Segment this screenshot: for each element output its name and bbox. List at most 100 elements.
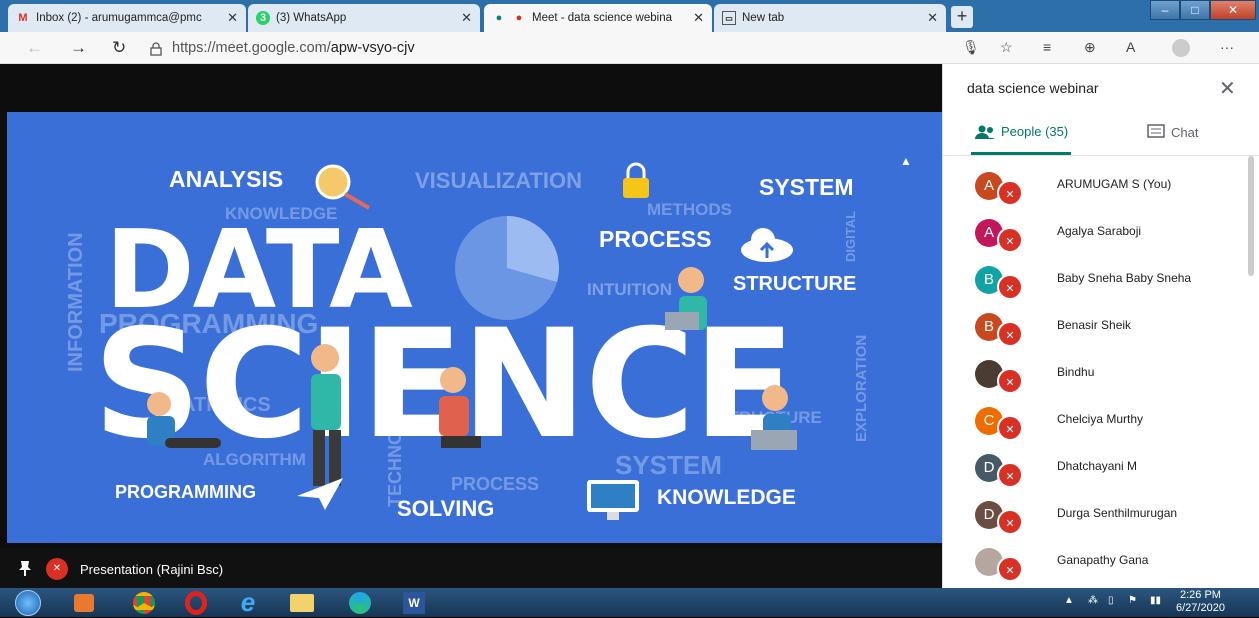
address-bar: ← → ↻ https://meet.google.com/apw-vsyo-c… xyxy=(0,32,1259,64)
back-icon[interactable]: ← xyxy=(26,38,43,58)
window-controls: – □ ✕ xyxy=(1150,0,1256,22)
presentation-stage: KNOWLEDGE METHODS INFORMATION PROGRAMMIN… xyxy=(0,64,942,588)
browser-tab-bar: M Inbox (2) - arumugammca@pmc ✕ 3 (3) Wh… xyxy=(0,0,1259,32)
person-illustration xyxy=(751,385,797,450)
participant-row[interactable]: ✕ Ganapathy Gana xyxy=(943,536,1248,583)
profile-icon[interactable] xyxy=(1172,39,1190,57)
close-panel-button[interactable]: ✕ xyxy=(1219,76,1236,101)
url-path: apw-vsyo-cjv xyxy=(330,40,415,56)
tab-meet[interactable]: ● ● Meet - data science webina ✕ xyxy=(484,4,712,32)
participant-row[interactable]: B ✕ Baby Sneha Baby Sneha xyxy=(943,254,1248,301)
muted-mic-icon: ✕ xyxy=(997,321,1023,347)
window-close-button[interactable]: ✕ xyxy=(1210,0,1256,20)
tab-gmail[interactable]: M Inbox (2) - arumugammca@pmc ✕ xyxy=(8,4,246,32)
whatsapp-icon: 3 xyxy=(256,11,270,25)
participant-row[interactable]: D ✕ Durga Senthilmurugan xyxy=(943,489,1248,536)
participant-name: Durga Senthilmurugan xyxy=(1057,506,1178,520)
refresh-icon[interactable]: ↻ xyxy=(112,38,126,58)
action-center-icon[interactable]: ⚑ xyxy=(1128,595,1137,606)
meeting-title: data science webinar xyxy=(967,80,1099,96)
muted-mic-icon: ✕ xyxy=(997,556,1023,582)
tab-whatsapp[interactable]: 3 (3) WhatsApp ✕ xyxy=(248,4,480,32)
participant-row[interactable]: B ✕ Benasir Sheik xyxy=(943,301,1248,348)
chat-icon xyxy=(1147,124,1165,138)
star-icon[interactable]: ☆ xyxy=(1000,39,1013,56)
url-field[interactable]: https://meet.google.com/apw-vsyo-cjv xyxy=(172,40,415,56)
favorites-icon[interactable]: ≡ xyxy=(1043,39,1051,55)
new-tab-button[interactable]: + xyxy=(951,6,973,28)
forward-icon[interactable]: → xyxy=(70,38,87,58)
network-icon[interactable]: ▮▮ xyxy=(1150,595,1161,606)
lock-icon xyxy=(150,42,162,56)
microphone-icon[interactable]: 🎙 xyxy=(962,39,980,56)
participant-row[interactable]: ✕ Bindhu xyxy=(943,348,1248,395)
mouse-cursor-icon: ▲ xyxy=(900,154,912,168)
participant-row[interactable]: A ✕ ARUMUGAM S (You) xyxy=(943,160,1248,207)
lock-graphic-icon xyxy=(623,162,649,198)
media-player-icon[interactable] xyxy=(64,590,104,615)
close-icon[interactable]: ✕ xyxy=(927,10,938,26)
muted-mic-icon: ✕ xyxy=(997,180,1023,206)
tray-chevron-icon[interactable]: ▲ xyxy=(1064,595,1074,606)
participant-row[interactable]: A ✕ Agalya Saraboji xyxy=(943,207,1248,254)
slide-keyword: SOLVING xyxy=(397,496,495,521)
paper-plane-icon xyxy=(297,478,343,510)
participant-list: A ✕ ARUMUGAM S (You) A ✕ Agalya Saraboji B ✕ Bab… xyxy=(943,156,1259,588)
tray-device-icon[interactable]: ▯ xyxy=(1108,595,1114,606)
recording-icon: ● xyxy=(515,12,523,24)
slide-word: METHODS xyxy=(647,200,732,219)
close-icon[interactable]: ✕ xyxy=(693,10,704,26)
participant-row[interactable]: C ✕ Chelciya Murthy xyxy=(943,395,1248,442)
participant-name: Chelciya Murthy xyxy=(1057,412,1144,426)
tray-app-icon[interactable]: ⁂ xyxy=(1088,595,1098,606)
participant-name: Baby Sneha Baby Sneha xyxy=(1057,271,1192,285)
url-host: https://meet.google.com/ xyxy=(172,40,331,56)
close-icon[interactable]: ✕ xyxy=(461,10,472,26)
pin-icon[interactable] xyxy=(18,560,32,576)
meeting-side-panel: data science webinar ✕ People (35) Chat … xyxy=(942,64,1259,588)
slide-word: EXPLORATION xyxy=(853,334,870,442)
participant-name: Agalya Saraboji xyxy=(1057,224,1142,238)
person-illustration xyxy=(439,367,481,448)
tab-label: (3) WhatsApp xyxy=(276,12,347,24)
slide-word: PROCESS xyxy=(451,474,540,494)
opera-icon[interactable] xyxy=(176,590,216,615)
person-illustration xyxy=(311,344,341,486)
tab-chat[interactable]: Chat xyxy=(1147,124,1198,140)
read-aloud-icon[interactable]: A xyxy=(1126,39,1135,55)
chat-tab-label: Chat xyxy=(1171,124,1199,140)
tab-people[interactable]: People (35) xyxy=(975,124,1068,139)
edge-icon[interactable] xyxy=(340,590,380,615)
muted-mic-icon: ✕ xyxy=(997,274,1023,300)
presenter-label: Presentation (Rajini Bsc) xyxy=(80,562,224,577)
collections-icon[interactable]: ⊕ xyxy=(1084,39,1096,56)
file-explorer-icon[interactable] xyxy=(282,590,322,615)
slide-keyword: VISUALIZATION xyxy=(415,168,583,193)
minimize-button[interactable]: – xyxy=(1150,0,1180,20)
muted-mic-icon: ✕ xyxy=(997,227,1023,253)
muted-mic-icon: ✕ xyxy=(46,558,68,580)
slide-word: DIGITAL xyxy=(843,210,858,262)
chrome-icon[interactable] xyxy=(124,590,164,615)
start-button[interactable] xyxy=(8,589,48,616)
participant-name: Dhatchayani M xyxy=(1057,459,1138,473)
slide-keyword: ANALYSIS xyxy=(169,166,284,192)
meet-icon: ● xyxy=(495,12,503,24)
magnifier-icon xyxy=(315,164,371,210)
internet-explorer-icon[interactable]: e xyxy=(228,587,268,617)
maximize-button[interactable]: □ xyxy=(1180,0,1210,20)
participant-name: Bindhu xyxy=(1057,365,1095,379)
word-icon[interactable]: W xyxy=(394,590,434,615)
participant-name: Benasir Sheik xyxy=(1057,318,1132,332)
clock-date: 6/27/2020 xyxy=(1176,602,1225,614)
slide-keyword: SYSTEM xyxy=(759,174,854,200)
muted-mic-icon: ✕ xyxy=(997,462,1023,488)
more-icon[interactable]: ··· xyxy=(1220,39,1234,55)
scrollbar[interactable] xyxy=(1248,156,1254,276)
clock-time: 2:26 PM xyxy=(1179,589,1221,601)
participant-row[interactable]: D ✕ Dhatchayani M xyxy=(943,442,1248,489)
tab-newtab[interactable]: ▭ New tab ✕ xyxy=(714,4,946,32)
close-icon[interactable]: ✕ xyxy=(227,10,238,26)
participant-name: ARUMUGAM S (You) xyxy=(1057,177,1172,191)
taskbar-clock[interactable]: 2:26 PM 6/27/2020 xyxy=(1176,589,1225,615)
